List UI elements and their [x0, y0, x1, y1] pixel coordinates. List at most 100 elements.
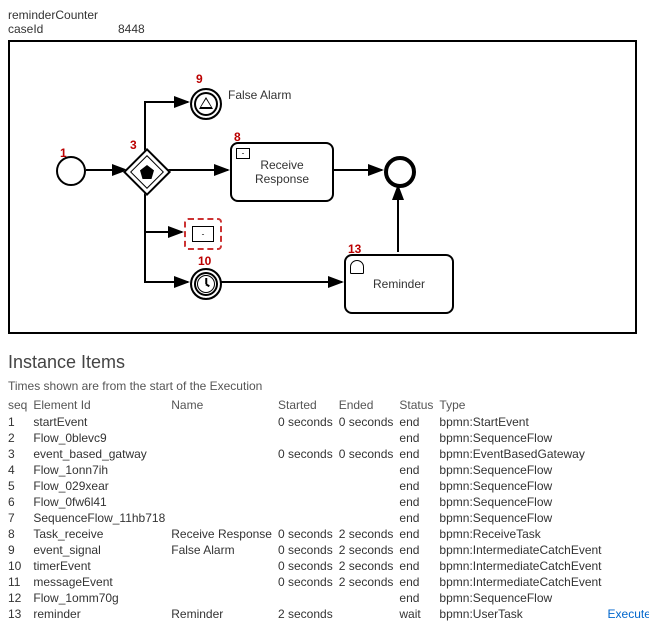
cell-name: False Alarm [171, 542, 278, 558]
receive-response-label: Receive Response [255, 158, 309, 186]
instance-items-table: seq Element Id Name Started Ended Status… [8, 397, 649, 622]
cell-type: bpmn:SequenceFlow [439, 494, 607, 510]
cell-name [171, 478, 278, 494]
cell-eid: event_signal [33, 542, 171, 558]
cell-name [171, 510, 278, 526]
envelope-icon [236, 148, 250, 159]
cell-seq: 11 [8, 574, 33, 590]
cell-type: bpmn:StartEvent [439, 414, 607, 430]
cell-ended [339, 606, 400, 622]
cell-type: bpmn:IntermediateCatchEvent [439, 574, 607, 590]
cell-ended [339, 510, 400, 526]
cell-type: bpmn:SequenceFlow [439, 478, 607, 494]
cell-started: 0 seconds [278, 558, 339, 574]
cell-name [171, 494, 278, 510]
col-type: Type [439, 397, 607, 414]
envelope-icon [192, 226, 214, 242]
cell-type: bpmn:SequenceFlow [439, 430, 607, 446]
badge-10: 10 [198, 254, 211, 268]
cell-eid: messageEvent [33, 574, 171, 590]
col-ended: Ended [339, 397, 400, 414]
cell-seq: 12 [8, 590, 33, 606]
table-row: 6Flow_0fw6l41 endbpmn:SequenceFlow [8, 494, 649, 510]
cell-status: end [399, 478, 439, 494]
cell-status: end [399, 430, 439, 446]
cell-seq: 13 [8, 606, 33, 622]
cell-started [278, 478, 339, 494]
cell-started: 0 seconds [278, 574, 339, 590]
cell-started: 0 seconds [278, 542, 339, 558]
timer-catch-event[interactable] [190, 268, 222, 300]
hdr-caseid-label: caseId [8, 22, 118, 36]
cell-ended: 0 seconds [339, 446, 400, 462]
message-catch-event[interactable] [184, 218, 222, 250]
cell-ended [339, 430, 400, 446]
section-title: Instance Items [8, 352, 641, 373]
cell-seq: 10 [8, 558, 33, 574]
table-row: 5Flow_029xearendbpmn:SequenceFlow [8, 478, 649, 494]
col-eid: Element Id [33, 397, 171, 414]
cell-type: bpmn:IntermediateCatchEvent [439, 542, 607, 558]
cell-status: end [399, 494, 439, 510]
cell-status: end [399, 510, 439, 526]
cell-status: end [399, 446, 439, 462]
execute-link[interactable]: Execute [608, 606, 649, 622]
table-row: 10timerEvent0 seconds2 secondsendbpmn:In… [8, 558, 649, 574]
header: reminderCounter caseId8448 [8, 8, 641, 36]
clock-icon [197, 275, 215, 293]
cell-started [278, 494, 339, 510]
cell-ended: 0 seconds [339, 414, 400, 430]
cell-name [171, 430, 278, 446]
reminder-task[interactable]: Reminder [344, 254, 454, 314]
cell-type: bpmn:UserTask [439, 606, 607, 622]
cell-eid: Task_receive [33, 526, 171, 542]
cell-status: end [399, 462, 439, 478]
cell-ended [339, 494, 400, 510]
cell-eid: Flow_0fw6l41 [33, 494, 171, 510]
hdr-reminder-label: reminderCounter [8, 8, 118, 22]
table-row: 9event_signalFalse Alarm0 seconds2 secon… [8, 542, 649, 558]
signal-catch-event[interactable] [190, 88, 222, 120]
cell-name [171, 558, 278, 574]
cell-status: end [399, 542, 439, 558]
receive-response-task[interactable]: Receive Response [230, 142, 334, 202]
end-event[interactable] [384, 156, 416, 188]
start-event[interactable] [56, 156, 86, 186]
cell-name [171, 574, 278, 590]
cell-started: 0 seconds [278, 446, 339, 462]
cell-ended: 2 seconds [339, 574, 400, 590]
col-status: Status [399, 397, 439, 414]
cell-eid: Flow_029xear [33, 478, 171, 494]
cell-seq: 6 [8, 494, 33, 510]
cell-status: end [399, 590, 439, 606]
table-row: 13reminderReminder2 secondswaitbpmn:User… [8, 606, 649, 622]
badge-3: 3 [130, 138, 137, 152]
table-row: 2Flow_0blevc9 endbpmn:SequenceFlow [8, 430, 649, 446]
cell-seq: 7 [8, 510, 33, 526]
cell-status: wait [399, 606, 439, 622]
cell-seq: 9 [8, 542, 33, 558]
pentagon-icon [140, 165, 154, 179]
cell-started [278, 430, 339, 446]
cell-seq: 2 [8, 430, 33, 446]
col-name: Name [171, 397, 278, 414]
cell-ended [339, 462, 400, 478]
cell-name: Reminder [171, 606, 278, 622]
cell-name [171, 462, 278, 478]
cell-ended [339, 590, 400, 606]
cell-type: bpmn:SequenceFlow [439, 510, 607, 526]
cell-eid: Flow_0blevc9 [33, 430, 171, 446]
col-seq: seq [8, 397, 33, 414]
cell-status: end [399, 414, 439, 430]
cell-eid: startEvent [33, 414, 171, 430]
cell-ended [339, 478, 400, 494]
table-row: 4Flow_1onn7ihendbpmn:SequenceFlow [8, 462, 649, 478]
cell-started: 0 seconds [278, 414, 339, 430]
cell-seq: 8 [8, 526, 33, 542]
cell-type: bpmn:EventBasedGateway [439, 446, 607, 462]
cell-name [171, 590, 278, 606]
cell-seq: 1 [8, 414, 33, 430]
cell-name [171, 446, 278, 462]
cell-status: end [399, 558, 439, 574]
badge-9: 9 [196, 72, 203, 86]
